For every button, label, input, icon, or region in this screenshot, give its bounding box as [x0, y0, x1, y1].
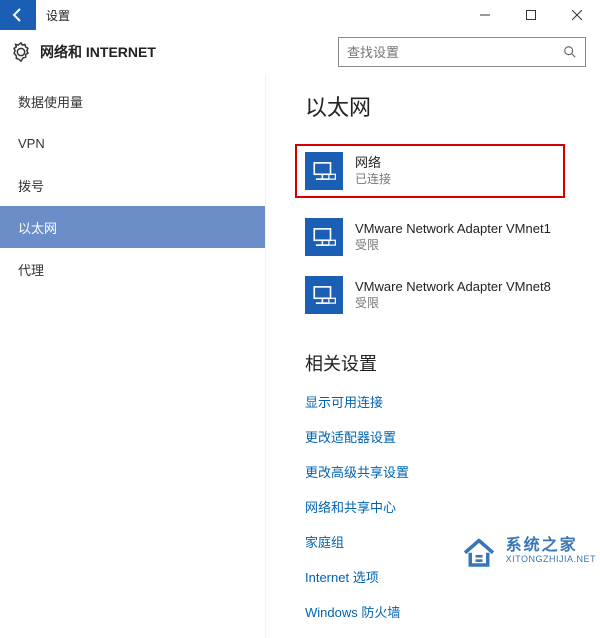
sidebar-item-data-usage[interactable]: 数据使用量 — [0, 80, 265, 122]
sidebar-item-vpn[interactable]: VPN — [0, 122, 265, 164]
connection-list: 网络 已连接 VMware Network Adapter VMnet1 受限 — [305, 144, 600, 314]
sidebar-item-label: VPN — [18, 136, 45, 151]
search-input[interactable] — [347, 45, 563, 60]
sidebar-item-label: 拨号 — [18, 176, 44, 195]
connection-name: 网络 — [355, 155, 391, 172]
connection-item-vmnet1[interactable]: VMware Network Adapter VMnet1 受限 — [305, 218, 555, 256]
ethernet-icon — [305, 276, 343, 314]
page-category-title: 网络和 INTERNET — [40, 42, 156, 62]
window-title: 设置 — [36, 0, 80, 30]
search-icon — [563, 45, 577, 59]
sidebar-item-dialup[interactable]: 拨号 — [0, 164, 265, 206]
ethernet-icon — [305, 218, 343, 256]
watermark-title: 系统之家 — [506, 537, 596, 555]
watermark: 系统之家 XITONGZHIJIA.NET — [458, 530, 596, 572]
sidebar-item-label: 数据使用量 — [18, 92, 83, 111]
link-network-sharing-center[interactable]: 网络和共享中心 — [305, 497, 600, 516]
minimize-button[interactable] — [462, 0, 508, 30]
maximize-icon — [526, 10, 536, 20]
titlebar: 设置 — [0, 0, 600, 30]
ethernet-icon — [305, 152, 343, 190]
connection-item-network[interactable]: 网络 已连接 — [295, 144, 565, 198]
sidebar-item-proxy[interactable]: 代理 — [0, 248, 265, 290]
minimize-icon — [480, 10, 490, 20]
sidebar-item-ethernet[interactable]: 以太网 — [0, 206, 265, 248]
sidebar: 数据使用量 VPN 拨号 以太网 代理 — [0, 74, 265, 638]
sidebar-item-label: 以太网 — [18, 218, 57, 237]
connection-name: VMware Network Adapter VMnet1 — [355, 221, 551, 238]
connection-status: 受限 — [355, 238, 551, 254]
link-show-connections[interactable]: 显示可用连接 — [305, 392, 600, 411]
maximize-button[interactable] — [508, 0, 554, 30]
connection-status: 已连接 — [355, 172, 391, 188]
back-arrow-icon — [10, 7, 26, 23]
watermark-url: XITONGZHIJIA.NET — [506, 555, 596, 565]
page-title: 以太网 — [305, 90, 600, 122]
watermark-house-icon — [458, 530, 500, 572]
link-adapter-settings[interactable]: 更改适配器设置 — [305, 427, 600, 446]
sidebar-item-label: 代理 — [18, 260, 44, 279]
related-settings-title: 相关设置 — [305, 350, 600, 376]
link-windows-firewall[interactable]: Windows 防火墙 — [305, 602, 600, 621]
connection-status: 受限 — [355, 296, 551, 312]
search-box[interactable] — [338, 37, 586, 67]
header: 网络和 INTERNET — [0, 30, 600, 74]
back-button[interactable] — [0, 0, 36, 30]
link-advanced-sharing[interactable]: 更改高级共享设置 — [305, 462, 600, 481]
gear-icon — [10, 41, 32, 63]
close-icon — [572, 10, 582, 20]
connection-item-vmnet8[interactable]: VMware Network Adapter VMnet8 受限 — [305, 276, 555, 314]
connection-name: VMware Network Adapter VMnet8 — [355, 279, 551, 296]
close-button[interactable] — [554, 0, 600, 30]
related-links: 显示可用连接 更改适配器设置 更改高级共享设置 网络和共享中心 家庭组 Inte… — [305, 392, 600, 621]
content-pane: 以太网 网络 已连接 VMware Network Adapter VMnet1… — [265, 74, 600, 638]
